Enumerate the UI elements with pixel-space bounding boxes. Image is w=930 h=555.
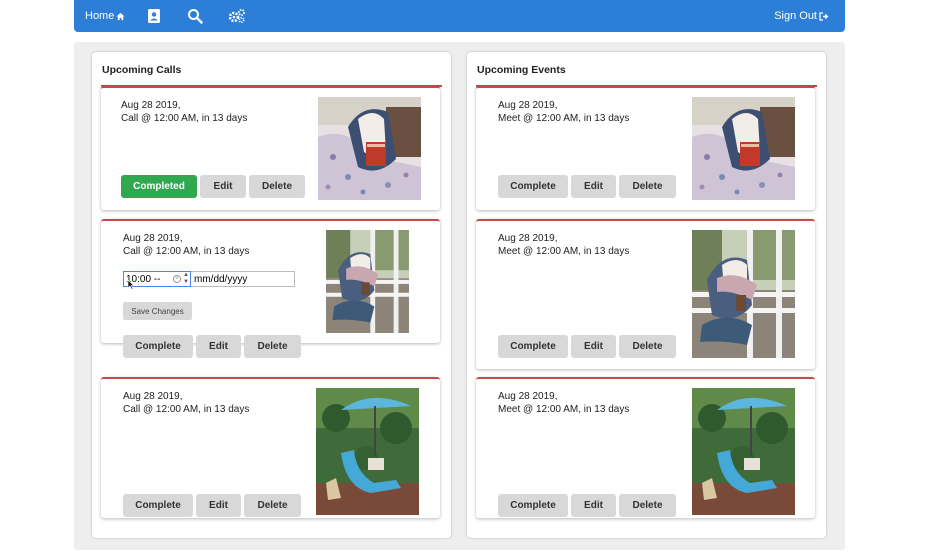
complete-button[interactable]: Complete — [123, 494, 193, 517]
spinner-icon[interactable]: ▲ ▼ — [183, 272, 189, 286]
call-card: Aug 28 2019, Call @ 12:00 AM, in 13 days… — [101, 377, 440, 518]
edit-button[interactable]: Edit — [196, 335, 241, 358]
upcoming-events-panel: Upcoming Events Aug 28 2019, Meet @ 12:0… — [467, 52, 826, 538]
date-input[interactable]: mm/dd/yyyy — [191, 271, 295, 287]
clear-icon[interactable]: × — [173, 275, 181, 283]
delete-button[interactable]: Delete — [249, 175, 305, 198]
card-date: Aug 28 2019, Call @ 12:00 AM, in 13 days — [123, 391, 250, 415]
card-date: Aug 28 2019, Meet @ 12:00 AM, in 13 days — [498, 233, 630, 257]
photo-lounge-chair-umbrella — [316, 388, 419, 515]
edit-button[interactable]: Edit — [571, 335, 616, 358]
delete-button[interactable]: Delete — [244, 494, 301, 517]
completed-button[interactable]: Completed — [121, 175, 197, 198]
edit-button[interactable]: Edit — [200, 175, 246, 198]
complete-button[interactable]: Complete — [498, 335, 568, 358]
sign-out-icon — [819, 11, 829, 21]
contacts-icon[interactable] — [146, 8, 162, 24]
search-icon[interactable] — [187, 8, 203, 24]
event-card: Aug 28 2019, Meet @ 12:00 AM, in 13 days… — [476, 219, 815, 369]
gears-icon[interactable] — [228, 8, 246, 24]
card-date: Aug 28 2019, Meet @ 12:00 AM, in 13 days — [498, 391, 630, 415]
home-link[interactable]: Home — [85, 10, 125, 22]
edit-datetime-row: 10:00 -- × ▲ ▼ mm/dd/yyyy — [123, 271, 295, 287]
home-icon — [116, 12, 125, 20]
upcoming-calls-panel: Upcoming Calls Aug 28 2019, Call @ 12:00… — [92, 52, 451, 538]
complete-button[interactable]: Complete — [123, 335, 193, 358]
sign-out-link[interactable]: Sign Out — [774, 10, 829, 22]
edit-button[interactable]: Edit — [196, 494, 241, 517]
event-card: Aug 28 2019, Meet @ 12:00 AM, in 13 days… — [476, 86, 815, 210]
edit-button[interactable]: Edit — [571, 175, 616, 198]
photo-shark-reading — [318, 97, 421, 200]
call-card: Aug 28 2019, Call @ 12:00 AM, in 13 days… — [101, 219, 440, 358]
delete-button[interactable]: Delete — [619, 335, 676, 358]
complete-button[interactable]: Complete — [498, 494, 568, 517]
event-card: Aug 28 2019, Meet @ 12:00 AM, in 13 days… — [476, 377, 815, 518]
main-content: Upcoming Calls Aug 28 2019, Call @ 12:00… — [74, 42, 845, 550]
panel-title: Upcoming Calls — [102, 64, 182, 76]
save-changes-button[interactable]: Save Changes — [123, 302, 192, 320]
card-date: Aug 28 2019, Call @ 12:00 AM, in 13 days — [121, 100, 248, 124]
photo-shark-on-bench — [326, 230, 409, 333]
delete-button[interactable]: Delete — [619, 175, 676, 198]
photo-lounge-chair-umbrella — [692, 388, 795, 515]
sign-out-label: Sign Out — [774, 10, 817, 22]
photo-shark-reading — [692, 97, 795, 200]
photo-shark-on-bench — [692, 230, 795, 358]
card-date: Aug 28 2019, Meet @ 12:00 AM, in 13 days — [498, 100, 630, 124]
call-card: Aug 28 2019, Call @ 12:00 AM, in 13 days… — [101, 86, 440, 210]
delete-button[interactable]: Delete — [244, 335, 301, 358]
top-navbar: Home Sign Out — [74, 0, 845, 32]
complete-button[interactable]: Complete — [498, 175, 568, 198]
edit-button[interactable]: Edit — [571, 494, 616, 517]
card-date: Aug 28 2019, Call @ 12:00 AM, in 13 days — [123, 233, 250, 257]
panel-title: Upcoming Events — [477, 64, 566, 76]
mouse-cursor-icon — [127, 279, 135, 290]
home-label: Home — [85, 10, 115, 22]
delete-button[interactable]: Delete — [619, 494, 676, 517]
